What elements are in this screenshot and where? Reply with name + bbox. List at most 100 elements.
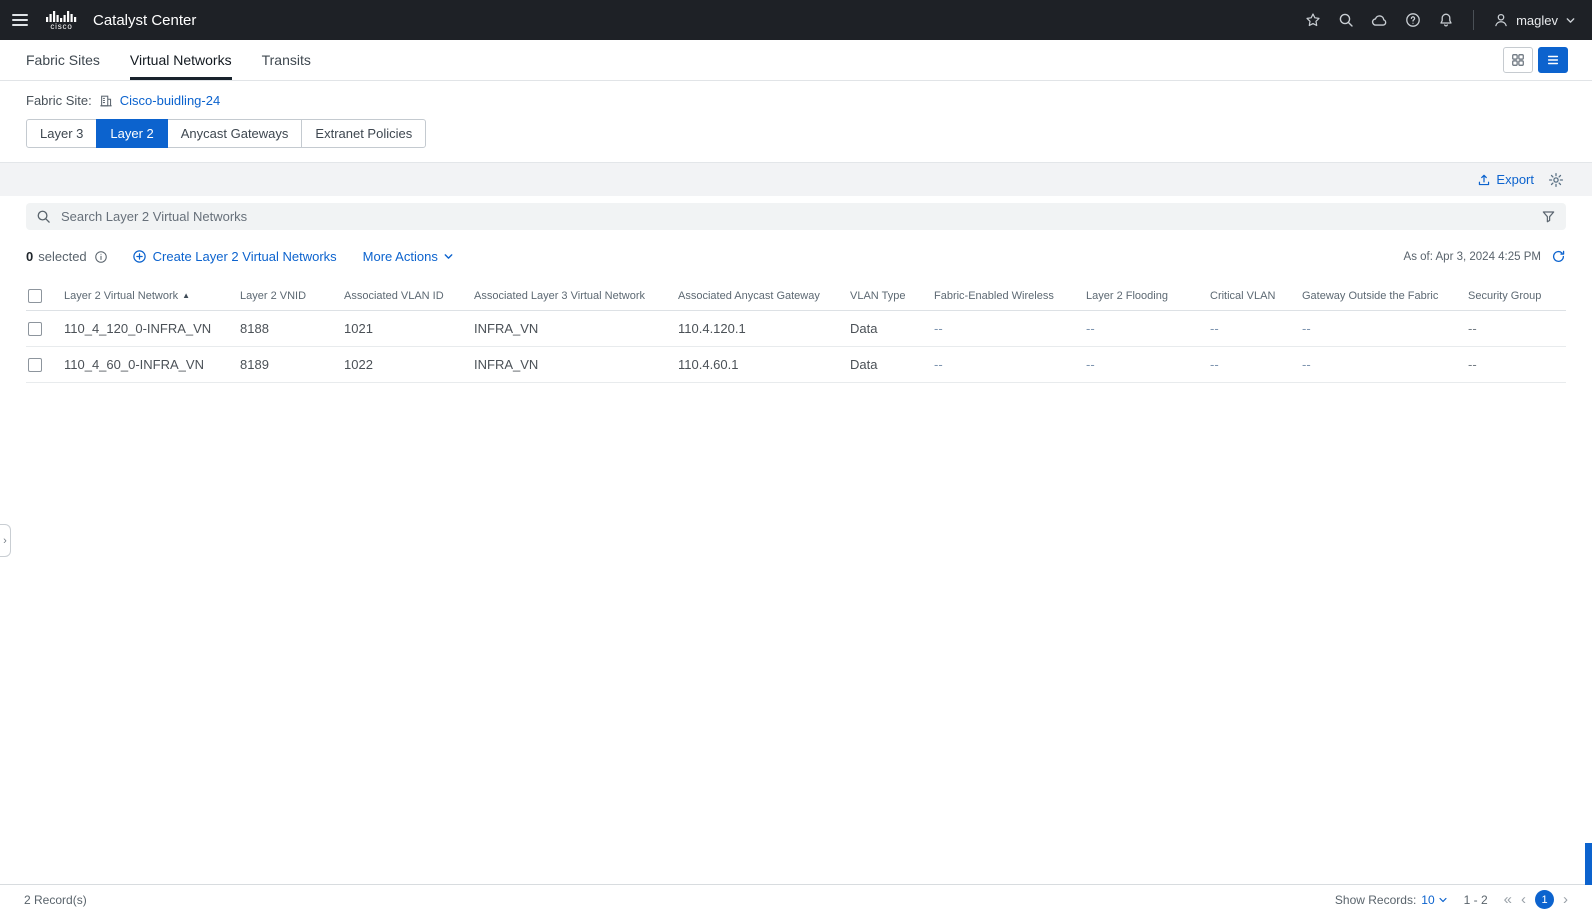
favorites-star-icon[interactable] xyxy=(1305,12,1321,28)
refresh-button[interactable] xyxy=(1551,249,1566,264)
export-label: Export xyxy=(1496,172,1534,187)
search-icon[interactable] xyxy=(1338,12,1354,28)
show-records-select[interactable]: 10 xyxy=(1421,893,1447,907)
filter-funnel-icon xyxy=(1541,209,1556,224)
header-divider xyxy=(1473,10,1474,30)
column-header-fabric-wireless[interactable]: Fabric-Enabled Wireless xyxy=(934,290,1086,302)
row-checkbox[interactable] xyxy=(28,358,42,372)
cisco-logo-bars-icon xyxy=(46,9,77,22)
menu-icon[interactable] xyxy=(12,14,28,26)
list-view-icon xyxy=(1546,53,1560,67)
cell-security-group: -- xyxy=(1468,357,1566,372)
record-count: 2 Record(s) xyxy=(24,893,87,907)
row-select-cell xyxy=(26,358,64,372)
selected-count: 0 xyxy=(26,249,33,264)
cell-vlan-type: Data xyxy=(850,321,934,336)
cell-l2-flooding: -- xyxy=(1086,321,1210,336)
table-actions-row: 0 selected Create Layer 2 Virtual Networ… xyxy=(26,249,1566,264)
help-icon[interactable] xyxy=(1405,12,1421,28)
gear-icon xyxy=(1548,172,1564,188)
cell-fabric-wireless: -- xyxy=(934,357,1086,372)
column-header-l2-flooding[interactable]: Layer 2 Flooding xyxy=(1086,290,1210,302)
chevron-down-icon xyxy=(443,251,454,262)
more-actions-label: More Actions xyxy=(363,249,438,264)
tab-anycast-gateways[interactable]: Anycast Gateways xyxy=(167,119,303,148)
column-header-l3-vn[interactable]: Associated Layer 3 Virtual Network xyxy=(474,290,678,302)
chevron-down-icon xyxy=(1438,895,1448,905)
select-all-cell xyxy=(26,289,64,303)
sort-asc-icon[interactable]: ▲ xyxy=(182,292,190,300)
column-label: Layer 2 Virtual Network xyxy=(64,290,178,302)
fabric-site-section: Fabric Site: Cisco-buidling-24 Layer 3 L… xyxy=(0,81,1592,163)
search-icon xyxy=(36,209,51,224)
export-row: Export xyxy=(0,163,1592,196)
cell-vlan-id: 1022 xyxy=(344,357,474,372)
cell-l3-vn: INFRA_VN xyxy=(474,357,678,372)
show-records-value: 10 xyxy=(1421,893,1434,907)
current-page-badge[interactable]: 1 xyxy=(1535,890,1554,909)
export-button[interactable]: Export xyxy=(1477,172,1534,187)
page-range: 1 - 2 xyxy=(1464,893,1488,907)
user-menu[interactable]: maglev xyxy=(1493,12,1576,28)
chevron-down-icon xyxy=(1565,15,1576,26)
create-layer2-vn-button[interactable]: Create Layer 2 Virtual Networks xyxy=(132,249,337,264)
section-tabbar: Fabric Sites Virtual Networks Transits xyxy=(0,40,1592,81)
column-header-anycast-gateway[interactable]: Associated Anycast Gateway xyxy=(678,290,850,302)
app-header: cisco Catalyst Center maglev xyxy=(0,0,1592,40)
first-page-button[interactable]: « xyxy=(1504,892,1512,907)
tab-fabric-sites[interactable]: Fabric Sites xyxy=(26,40,100,80)
column-header-gw-outside-fabric[interactable]: Gateway Outside the Fabric xyxy=(1302,290,1468,302)
building-icon xyxy=(99,94,113,108)
layer-tabs: Layer 3 Layer 2 Anycast Gateways Extrane… xyxy=(26,119,1566,148)
cloud-icon[interactable] xyxy=(1371,12,1388,29)
create-layer2-vn-label: Create Layer 2 Virtual Networks xyxy=(153,249,337,264)
tab-virtual-networks[interactable]: Virtual Networks xyxy=(130,40,232,80)
tab-transits[interactable]: Transits xyxy=(262,40,311,80)
column-header-critical-vlan[interactable]: Critical VLAN xyxy=(1210,290,1302,302)
scrollbar-thumb[interactable] xyxy=(1585,843,1592,885)
column-header-security-group[interactable]: Security Group xyxy=(1468,290,1566,302)
app-title: Catalyst Center xyxy=(93,12,196,29)
select-all-checkbox[interactable] xyxy=(28,289,42,303)
table-row[interactable]: 110_4_120_0-INFRA_VN 8188 1021 INFRA_VN … xyxy=(26,311,1566,347)
cell-fabric-wireless: -- xyxy=(934,321,1086,336)
previous-page-button[interactable]: ‹ xyxy=(1521,892,1526,907)
cell-network-name: 110_4_120_0-INFRA_VN xyxy=(64,321,240,336)
pagination-controls: Show Records: 10 1 - 2 « ‹ 1 › xyxy=(1335,890,1568,909)
pagination-footer: 2 Record(s) Show Records: 10 1 - 2 « ‹ 1… xyxy=(0,884,1592,914)
row-checkbox[interactable] xyxy=(28,322,42,336)
filter-button[interactable] xyxy=(1541,209,1556,224)
column-header-vlan-id[interactable]: Associated VLAN ID xyxy=(344,290,474,302)
selection-info-button[interactable] xyxy=(94,250,108,264)
column-header-layer2-vn[interactable]: Layer 2 Virtual Network ▲ xyxy=(64,290,240,302)
column-header-vlan-type[interactable]: VLAN Type xyxy=(850,290,934,302)
grid-view-icon xyxy=(1511,53,1525,67)
column-header-vnid[interactable]: Layer 2 VNID xyxy=(240,290,344,302)
export-icon xyxy=(1477,173,1491,187)
more-actions-dropdown[interactable]: More Actions xyxy=(363,249,454,264)
cell-security-group: -- xyxy=(1468,321,1566,336)
tab-extranet-policies[interactable]: Extranet Policies xyxy=(301,119,426,148)
info-icon xyxy=(94,250,108,264)
tab-layer-3[interactable]: Layer 3 xyxy=(26,119,97,148)
table-settings-button[interactable] xyxy=(1548,172,1564,188)
table-row[interactable]: 110_4_60_0-INFRA_VN 8189 1022 INFRA_VN 1… xyxy=(26,347,1566,383)
cell-critical-vlan: -- xyxy=(1210,321,1302,336)
search-input[interactable] xyxy=(59,208,1533,225)
cisco-logo-text: cisco xyxy=(50,23,72,31)
grid-view-button[interactable] xyxy=(1503,47,1533,73)
fabric-site-link[interactable]: Cisco-buidling-24 xyxy=(120,93,220,108)
cell-vlan-type: Data xyxy=(850,357,934,372)
search-bar xyxy=(26,203,1566,230)
pager: « ‹ 1 › xyxy=(1504,890,1568,909)
cell-vnid: 8188 xyxy=(240,321,344,336)
list-view-button[interactable] xyxy=(1538,47,1568,73)
user-name: maglev xyxy=(1516,13,1558,28)
next-page-button[interactable]: › xyxy=(1563,892,1568,907)
virtual-networks-card: 0 selected Create Layer 2 Virtual Networ… xyxy=(0,196,1592,884)
notifications-bell-icon[interactable] xyxy=(1438,12,1454,28)
tab-layer-2[interactable]: Layer 2 xyxy=(96,119,167,148)
refresh-icon xyxy=(1551,249,1566,264)
panel-expand-handle[interactable]: › xyxy=(0,524,11,557)
header-actions: maglev xyxy=(1305,10,1576,30)
